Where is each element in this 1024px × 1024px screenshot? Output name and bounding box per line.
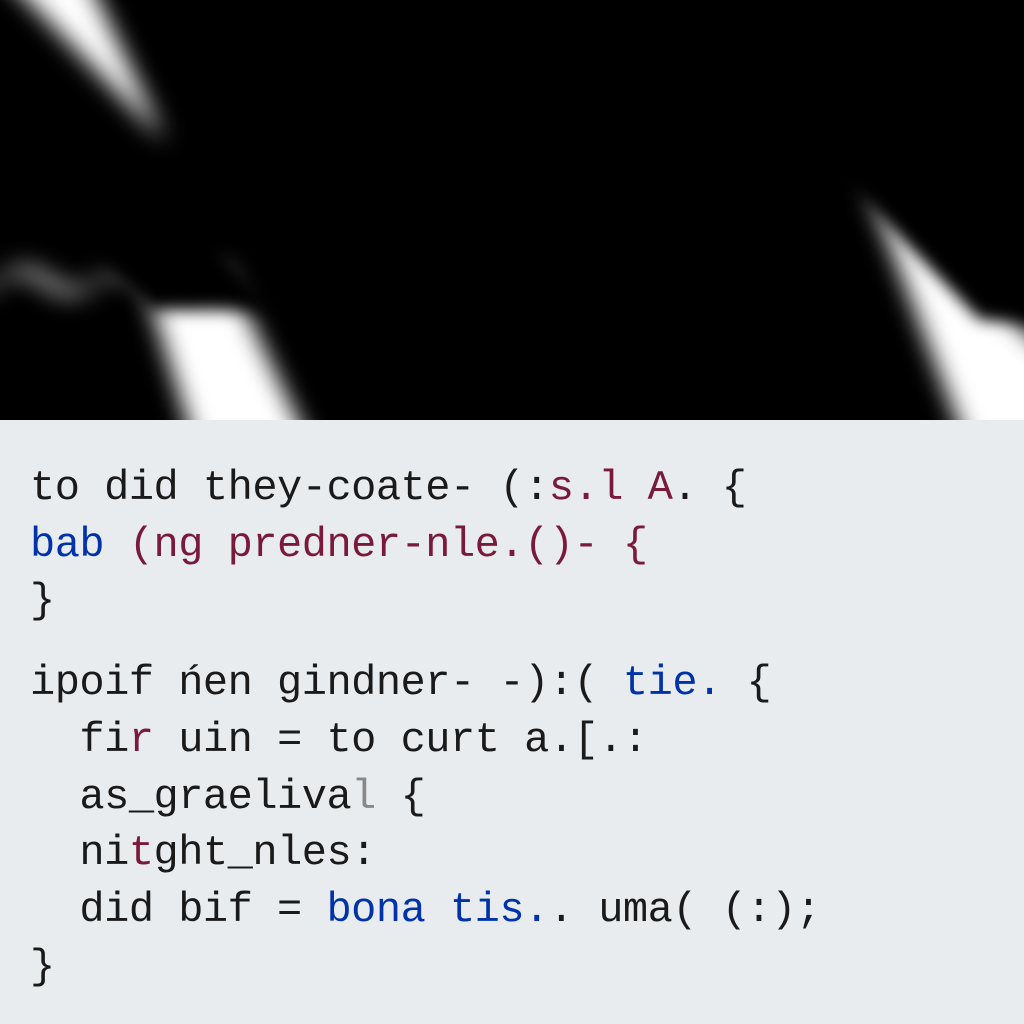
- code-line-5: fir uin = to curt a.[.:: [30, 712, 994, 769]
- code-line-8: did bif = bona tis.. uma( (:);: [30, 882, 994, 939]
- code-line-4: ipoif ńen gindner- -):( tie. {: [30, 655, 994, 712]
- code-snippet: to did they-coate- (:s.l A. { bab (ng pr…: [0, 420, 1024, 1024]
- code-line-2: bab (ng predner-nle.()- {: [30, 517, 994, 574]
- code-line-3: }: [30, 573, 994, 630]
- code-line-6: as_graelival {: [30, 769, 994, 826]
- decorative-stripe-pattern: [0, 0, 1024, 420]
- code-line-7: nitght_nles:: [30, 825, 994, 882]
- code-line-9: }: [30, 939, 994, 996]
- code-line-1: to did they-coate- (:s.l A. {: [30, 460, 994, 517]
